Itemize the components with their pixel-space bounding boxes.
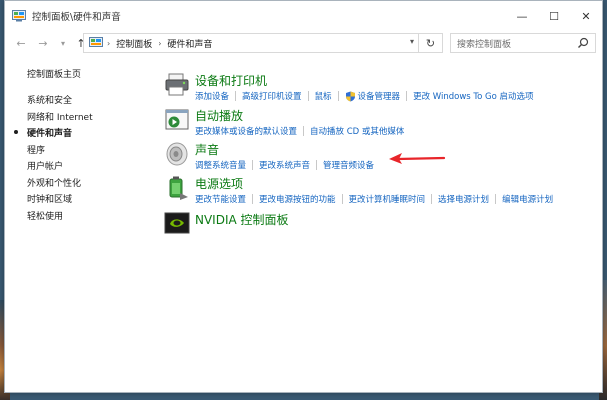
red-annotation-arrow-icon — [389, 153, 446, 164]
current-page-bullet-icon — [14, 130, 18, 134]
nav-item-label: 系统和安全 — [27, 96, 73, 106]
nav-item-network-internet[interactable]: 网络和 Internet — [27, 110, 93, 127]
category-links: 调整系统音量 更改系统声音 管理音频设备 — [195, 159, 374, 171]
breadcrumb-separator-icon: › — [158, 38, 162, 48]
category-links: 更改节能设置 更改电源按钮的功能 更改计算机睡眠时间 选择电源计划 编辑电源计划 — [195, 193, 553, 205]
link-change-power-button[interactable]: 更改电源按钮的功能 — [259, 193, 336, 205]
nav-item-label: 外观和个性化 — [27, 178, 82, 189]
maximize-button[interactable]: ☐ — [538, 1, 570, 31]
autoplay-icon — [165, 109, 189, 130]
category-links: 更改媒体或设备的默认设置 自动播放 CD 或其他媒体 — [195, 125, 404, 137]
refresh-icon: ↻ — [425, 36, 436, 50]
nav-item-label: 网络和 Internet — [27, 112, 93, 123]
category-links: 添加设备 高级打印机设置 鼠标 设备管理器 更改 Windows To Go 启… — [195, 90, 534, 102]
window-controls: — ☐ ✕ — [506, 1, 602, 31]
link-separator — [495, 194, 497, 204]
nav-item-ease-of-access[interactable]: 轻松使用 — [27, 209, 93, 226]
nav-item-label: 轻松使用 — [27, 211, 64, 222]
link-change-system-sounds[interactable]: 更改系统声音 — [259, 159, 310, 171]
link-edit-power-plan[interactable]: 编辑电源计划 — [502, 193, 553, 205]
link-add-device[interactable]: 添加设备 — [195, 90, 229, 102]
nav-item-appearance[interactable]: 外观和个性化 — [27, 176, 93, 193]
link-separator — [252, 160, 254, 170]
breadcrumb-separator-icon: › — [107, 38, 111, 48]
speaker-icon — [166, 142, 188, 166]
refresh-button[interactable]: ↻ — [419, 33, 443, 53]
nav-item-clock-region[interactable]: 时钟和区域 — [27, 192, 93, 209]
link-advanced-printer-setup[interactable]: 高级打印机设置 — [242, 90, 302, 102]
nav-item-label: 时钟和区域 — [27, 195, 73, 205]
search-icon[interactable] — [577, 37, 589, 49]
link-separator — [307, 91, 309, 101]
link-mouse[interactable]: 鼠标 — [315, 90, 332, 102]
category-title[interactable]: 声音 — [195, 141, 219, 158]
breadcrumb-hardware-sound[interactable]: 硬件和声音 — [167, 37, 212, 50]
category-title[interactable]: 电源选项 — [195, 175, 243, 192]
link-change-media-defaults[interactable]: 更改媒体或设备的默认设置 — [195, 125, 297, 137]
nav-item-user-accounts[interactable]: 用户帐户 — [27, 159, 93, 176]
left-nav-list: 系统和安全 网络和 Internet 硬件和声音 程序 用户帐户 外观和个性化 … — [14, 93, 93, 226]
nav-item-hardware-sound[interactable]: 硬件和声音 — [14, 126, 93, 143]
nav-item-label: 硬件和声音 — [27, 129, 73, 139]
search-placeholder: 搜索控制面板 — [457, 39, 512, 50]
category-title[interactable]: 设备和打印机 — [195, 72, 267, 89]
link-autoplay-cd[interactable]: 自动播放 CD 或其他媒体 — [310, 125, 404, 137]
navigation-row: ← → ▾ ↑ › 控制面板 › 硬件和声音 ▾ ↻ 搜索控制面板 — [5, 31, 602, 55]
nav-item-label: 用户帐户 — [27, 162, 64, 172]
link-separator — [431, 194, 433, 204]
forward-arrow-icon[interactable]: → — [35, 33, 51, 53]
category-title[interactable]: NVIDIA 控制面板 — [195, 211, 289, 228]
search-input[interactable]: 搜索控制面板 — [450, 33, 596, 53]
link-adjust-volume[interactable]: 调整系统音量 — [195, 159, 246, 171]
link-windows-to-go-options[interactable]: 更改 Windows To Go 启动选项 — [413, 90, 534, 102]
link-separator — [406, 91, 408, 101]
link-change-sleep-time[interactable]: 更改计算机睡眠时间 — [349, 193, 426, 205]
nav-item-programs[interactable]: 程序 — [27, 143, 93, 160]
minimize-button[interactable]: — — [506, 1, 538, 31]
back-arrow-icon[interactable]: ← — [13, 33, 29, 53]
link-manage-audio-devices[interactable]: 管理音频设备 — [323, 159, 374, 171]
power-options-icon — [169, 176, 188, 200]
nav-item-system-security[interactable]: 系统和安全 — [27, 93, 93, 110]
link-separator — [341, 194, 343, 204]
window-title: 控制面板\硬件和声音 — [32, 12, 121, 23]
link-separator — [252, 194, 254, 204]
control-panel-icon — [89, 37, 103, 47]
link-change-power-saving[interactable]: 更改节能设置 — [195, 193, 246, 205]
link-choose-power-plan[interactable]: 选择电源计划 — [438, 193, 489, 205]
printer-icon — [165, 73, 189, 96]
address-bar[interactable]: › 控制面板 › 硬件和声音 ▾ — [83, 33, 419, 53]
close-button[interactable]: ✕ — [570, 1, 602, 31]
category-title[interactable]: 自动播放 — [195, 107, 243, 124]
nav-item-label: 程序 — [27, 145, 46, 156]
link-separator — [235, 91, 237, 101]
link-separator — [337, 91, 339, 101]
control-panel-home-link[interactable]: 控制面板主页 — [27, 67, 81, 80]
uac-shield-icon — [345, 91, 355, 101]
address-dropdown-chevron-icon[interactable]: ▾ — [410, 37, 414, 46]
control-panel-window: 控制面板\硬件和声音 — ☐ ✕ ← → ▾ ↑ › 控制面板 › 硬件和声音 … — [4, 0, 603, 393]
link-separator — [316, 160, 318, 170]
nvidia-icon — [164, 212, 190, 234]
title-bar: 控制面板\硬件和声音 — ☐ ✕ — [5, 1, 602, 31]
control-panel-icon — [12, 10, 26, 22]
link-device-manager[interactable]: 设备管理器 — [358, 90, 401, 102]
breadcrumb-control-panel[interactable]: 控制面板 — [116, 37, 152, 50]
recent-locations-chevron-icon[interactable]: ▾ — [55, 33, 71, 53]
link-separator — [303, 126, 305, 136]
